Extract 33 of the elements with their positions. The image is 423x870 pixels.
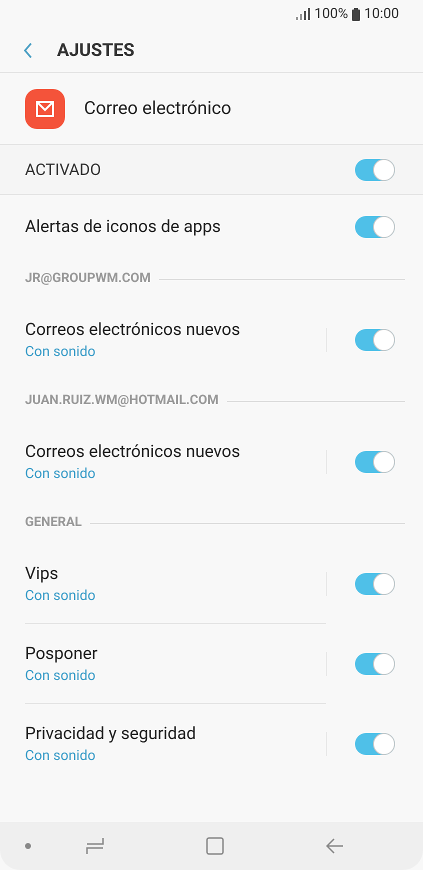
clock: 10:00 [364, 4, 399, 24]
toggle-switch[interactable] [355, 733, 395, 755]
section-header: JR@GROUPWM.COM [25, 270, 151, 288]
back-icon[interactable] [326, 838, 344, 854]
toggle-switch[interactable] [355, 653, 395, 675]
setting-title: Posponer [25, 642, 98, 666]
toggle-switch[interactable] [355, 329, 395, 351]
setting-title: Privacidad y seguridad [25, 723, 197, 746]
page-title: AJUSTES [57, 38, 134, 62]
battery-icon [352, 8, 360, 20]
setting-subtitle: Con sonido [25, 343, 97, 362]
setting-subtitle: Con sonido [25, 586, 97, 606]
app-name: Correo electrónico [84, 97, 232, 121]
section-header: GENERAL [25, 514, 82, 532]
master-switch-label: ACTIVADO [25, 158, 101, 180]
setting-subtitle: Con sonido [25, 747, 97, 766]
setting-subtitle: Con sonido [25, 666, 97, 686]
toggle-switch[interactable] [355, 573, 395, 595]
toggle-switch[interactable] [355, 158, 395, 180]
setting-title: Vips [25, 562, 60, 586]
toggle-switch[interactable] [355, 216, 395, 238]
recent-apps-icon[interactable] [86, 837, 104, 855]
setting-title: Alertas de iconos de apps [25, 216, 222, 238]
toggle-switch[interactable] [355, 451, 395, 473]
home-icon[interactable] [206, 837, 224, 855]
section-header: JUAN.RUIZ.WM@HOTMAIL.COM [25, 392, 219, 410]
setting-subtitle: Con sonido [25, 465, 97, 484]
back-icon[interactable] [23, 42, 33, 58]
setting-title: Correos electrónicos nuevos [25, 319, 242, 342]
signal-icon [296, 8, 310, 20]
setting-title: Correos electrónicos nuevos [25, 441, 242, 464]
battery-percent: 100% [314, 4, 348, 24]
mail-app-icon [25, 88, 65, 128]
